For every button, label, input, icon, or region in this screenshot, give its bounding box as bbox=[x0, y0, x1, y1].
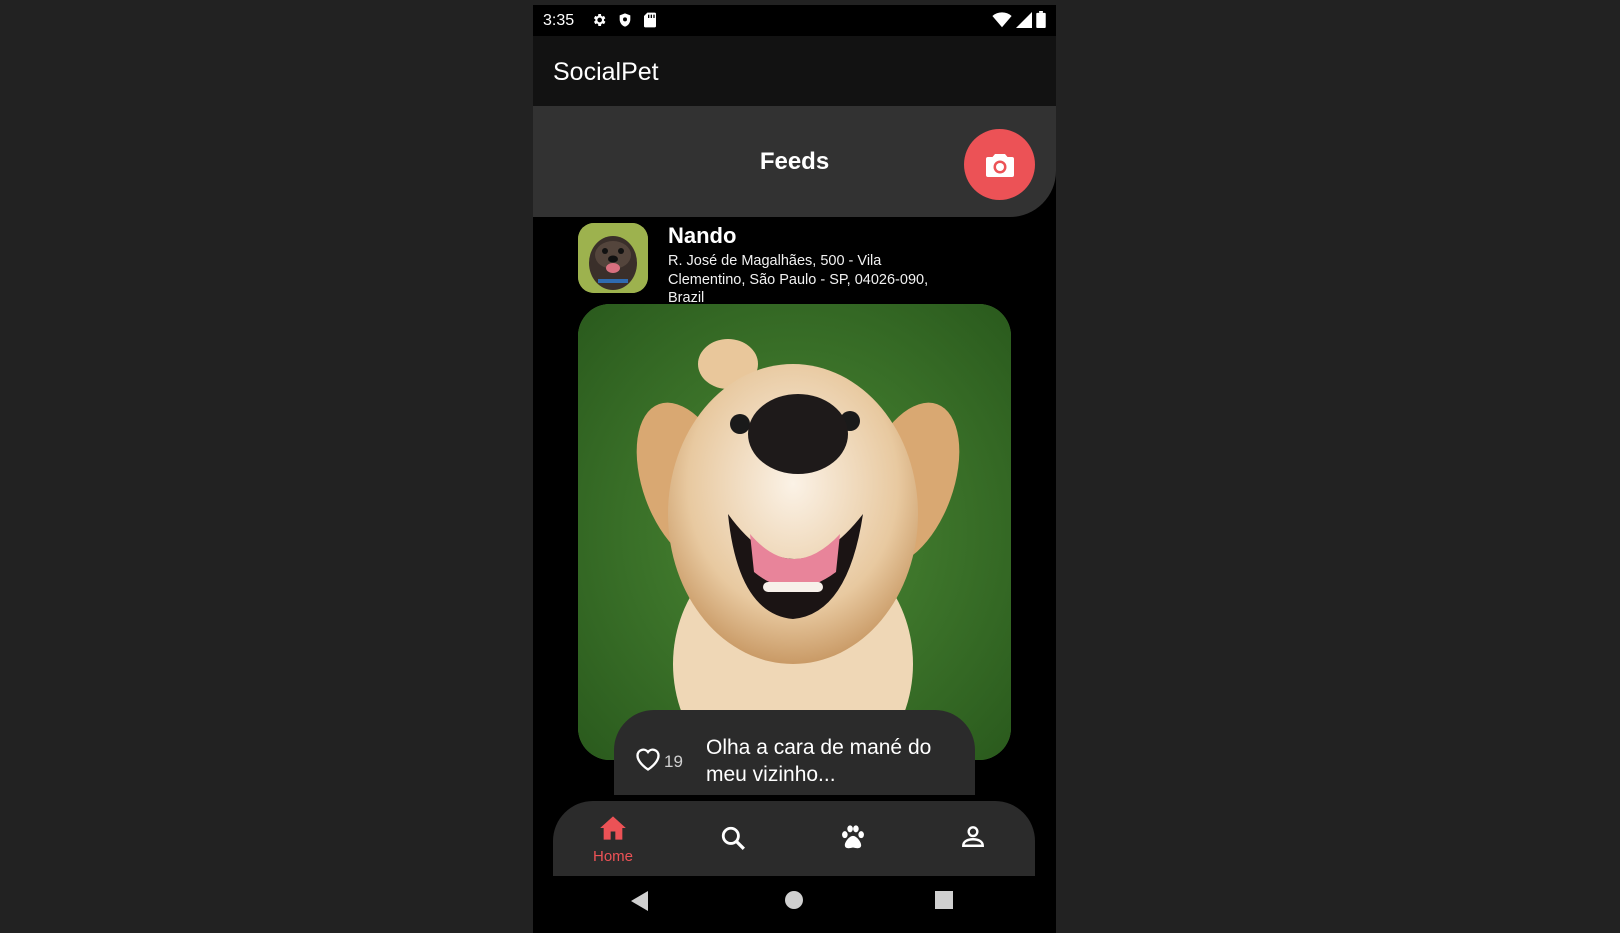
nav-search[interactable] bbox=[673, 801, 793, 876]
nav-profile[interactable] bbox=[913, 801, 1033, 876]
wifi-icon bbox=[992, 11, 1012, 27]
nav-home[interactable]: Home bbox=[553, 801, 673, 876]
bottom-nav: Home bbox=[553, 801, 1035, 876]
avatar-dog-image bbox=[578, 223, 648, 293]
recents-icon[interactable] bbox=[934, 890, 954, 910]
shield-icon bbox=[619, 13, 631, 27]
system-nav bbox=[533, 876, 1056, 933]
avatar[interactable] bbox=[578, 223, 648, 293]
gear-icon bbox=[593, 14, 606, 26]
heart-icon[interactable] bbox=[634, 746, 662, 772]
status-icons-left bbox=[591, 12, 657, 28]
status-time: 3:35 bbox=[543, 12, 575, 29]
phone-screen: 3:35 SocialPet Feeds Nando R. José de Ma… bbox=[533, 5, 1056, 933]
nav-home-label: Home bbox=[592, 848, 633, 865]
like-count: 19 bbox=[664, 752, 683, 771]
app-bar: SocialPet bbox=[533, 36, 1056, 107]
signal-icon bbox=[1016, 11, 1032, 28]
feeds-header: Feeds bbox=[533, 106, 1056, 217]
battery-icon bbox=[1036, 11, 1046, 28]
back-icon[interactable] bbox=[630, 890, 650, 912]
status-icons-right bbox=[992, 11, 1046, 28]
author-name[interactable]: Nando bbox=[668, 223, 736, 249]
sd-card-icon bbox=[644, 12, 656, 28]
camera-icon bbox=[985, 153, 1014, 177]
nav-pets[interactable] bbox=[793, 801, 913, 876]
dog-photo bbox=[578, 304, 1011, 760]
app-title: SocialPet bbox=[553, 58, 659, 86]
home-icon bbox=[600, 816, 626, 840]
status-bar: 3:35 bbox=[533, 5, 1056, 36]
camera-button[interactable] bbox=[964, 129, 1035, 200]
home-circle-icon[interactable] bbox=[784, 890, 804, 910]
post-image[interactable] bbox=[578, 304, 1011, 760]
post-header: Nando R. José de Magalhães, 500 - Vila C… bbox=[578, 223, 1018, 306]
author-address: R. José de Magalhães, 500 - Vila Clement… bbox=[668, 253, 929, 306]
search-icon bbox=[721, 826, 745, 850]
caption-text: Olha a cara de mané do meu vizinho... bbox=[706, 736, 932, 786]
caption-bubble: 19 Olha a cara de mané do meu vizinho... bbox=[614, 710, 975, 795]
paw-icon bbox=[842, 825, 864, 849]
person-icon bbox=[962, 826, 984, 847]
